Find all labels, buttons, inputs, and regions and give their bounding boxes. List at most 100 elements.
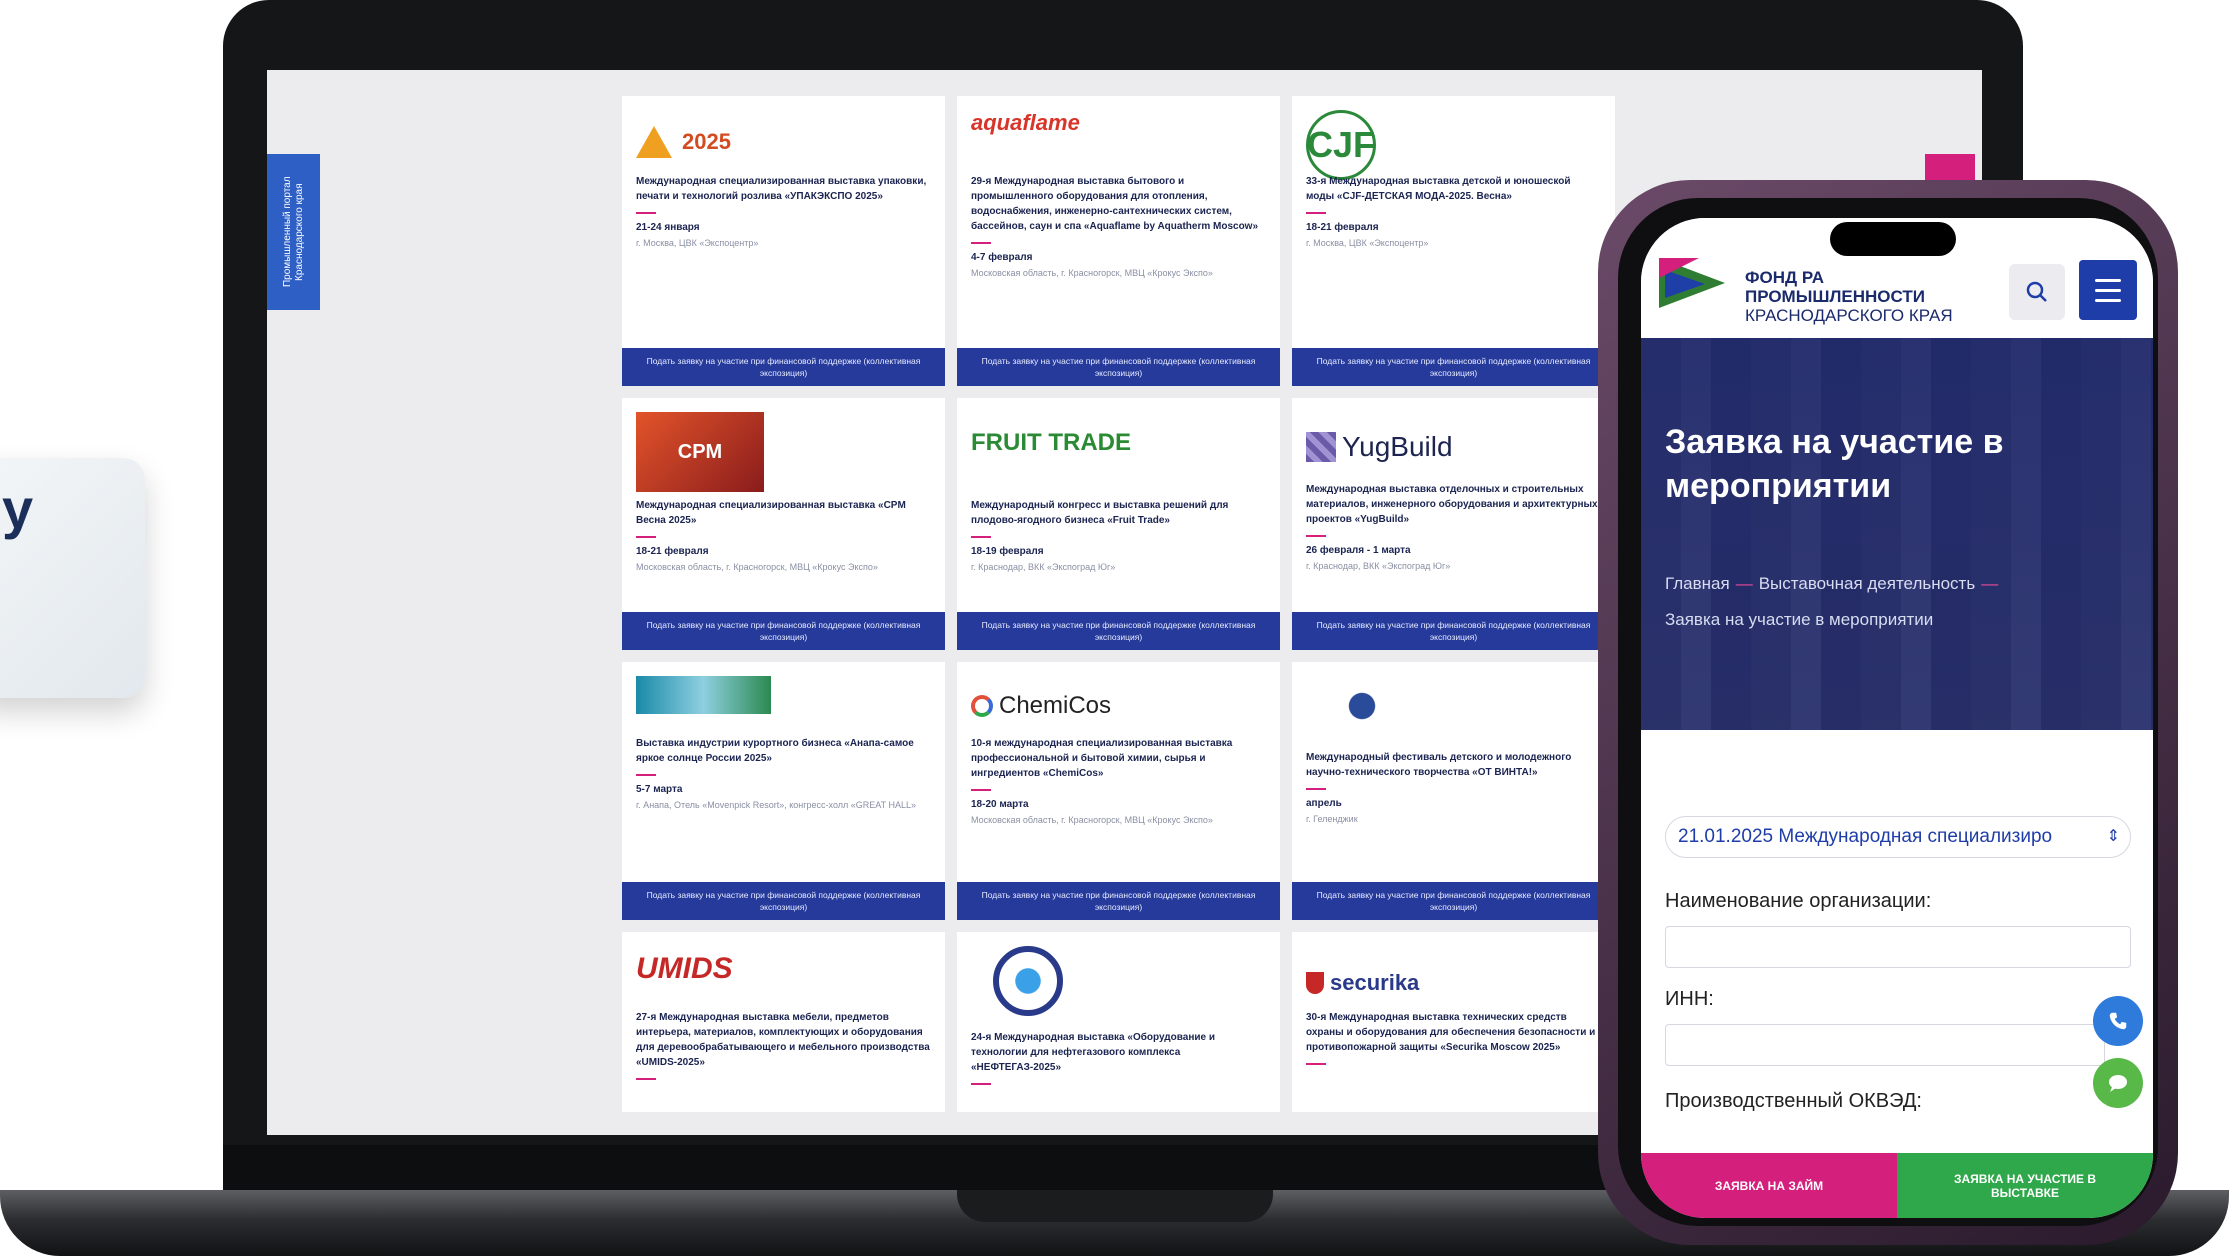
neftegaz-logo [957, 932, 1280, 1030]
breadcrumb-home[interactable]: Главная [1665, 574, 1730, 593]
anapa-logo [622, 662, 945, 736]
event-place: Московская область, г. Красногорск, МВЦ … [636, 562, 878, 572]
search-button[interactable] [2009, 264, 2065, 320]
event-title: 33-я Международная выставка детской и юн… [1306, 176, 1571, 202]
event-place: г. Краснодар, ВКК «Экспоград Юг» [971, 562, 1116, 572]
dynamic-island [1830, 222, 1956, 256]
divider [971, 1083, 991, 1085]
event-date: 18-19 февраля [971, 546, 1044, 557]
phone-screen: ФОНД РА ПРОМЫШЛЕННОСТИ КРАСНОДАРСКОГО КР… [1641, 218, 2153, 1218]
event-card: YugBuild Международная выставка отделочн… [1292, 398, 1615, 650]
menu-button[interactable] [2079, 260, 2137, 320]
event-place: г. Краснодар, ВКК «Экспоград Юг» [1306, 561, 1451, 571]
chevron-updown-icon: ⇕ [2106, 828, 2120, 845]
event-date: 4-7 февраля [971, 252, 1033, 263]
fund-name: ФОНД РА ПРОМЫШЛЕННОСТИ КРАСНОДАРСКОГО КР… [1745, 268, 1953, 325]
inn-field[interactable] [1665, 1024, 2105, 1066]
event-title: 29-я Международная выставка бытового и п… [971, 176, 1259, 232]
laptop-notch [957, 1190, 1273, 1222]
event-date: 26 февраля - 1 марта [1306, 545, 1411, 556]
divider [1306, 535, 1326, 537]
chemicos-logo: ChemiCos [957, 662, 1280, 736]
expo-request-button[interactable]: ЗАЯВКА НА УЧАСТИЕ В ВЫСТАВКЕ [1897, 1153, 2153, 1218]
event-title: Международный фестиваль детского и молод… [1306, 752, 1572, 778]
event-select[interactable]: 21.01.2025 Международная специализиро ⇕ [1665, 816, 2131, 858]
chat-icon [2109, 1075, 2127, 1092]
divider [636, 536, 656, 538]
phone-icon [2109, 1012, 2127, 1030]
event-card: FRUIT TRADE Международный конгресс и выс… [957, 398, 1280, 650]
apply-button[interactable]: Подать заявку на участие при финансовой … [957, 348, 1280, 386]
event-card: CJF 33-я Международная выставка детской … [1292, 96, 1615, 386]
event-card: CPM Международная специализированная выс… [622, 398, 945, 650]
divider [636, 212, 656, 214]
side-card: у [0, 458, 145, 698]
chat-button[interactable] [2093, 1058, 2143, 1108]
event-place: Московская область, г. Красногорск, МВЦ … [971, 815, 1213, 825]
event-grid: 2025 Международная специализированная вы… [622, 96, 1622, 1112]
event-card: 24-я Международная выставка «Оборудовани… [957, 932, 1280, 1112]
event-card: ChemiCos 10-я международная специализиро… [957, 662, 1280, 920]
yugbuild-logo: YugBuild [1292, 398, 1615, 482]
inn-label: ИНН: [1665, 988, 1714, 1010]
search-icon [2026, 281, 2047, 302]
apply-button[interactable]: Подать заявку на участие при финансовой … [1292, 348, 1615, 386]
event-date: 5-7 марта [636, 784, 683, 795]
okved-label: Производственный ОКВЭД: [1665, 1090, 1922, 1112]
breadcrumb-current: Заявка на участие в мероприятии [1665, 610, 1934, 629]
apply-button[interactable]: Подать заявку на участие при финансовой … [622, 612, 945, 650]
event-date: 21-24 января [636, 222, 700, 233]
loan-request-button[interactable]: ЗАЯВКА НА ЗАЙМ [1641, 1153, 1897, 1218]
event-place: г. Анапа, Отель «Movenpick Resort», конг… [636, 800, 916, 810]
apply-button[interactable]: Подать заявку на участие при финансовой … [1292, 612, 1615, 650]
apply-button[interactable]: Подать заявку на участие при финансовой … [957, 882, 1280, 920]
call-button[interactable] [2093, 996, 2143, 1046]
event-title: 24-я Международная выставка «Оборудовани… [971, 1032, 1216, 1073]
page-title: Заявка на участие в мероприятии [1665, 423, 2004, 505]
side-card-glyph: у [2, 477, 34, 540]
divider [1306, 1063, 1326, 1065]
divider [636, 774, 656, 776]
event-title: 27-я Международная выставка мебели, пред… [636, 1012, 930, 1068]
divider [971, 536, 991, 538]
org-name-field[interactable] [1665, 926, 2131, 968]
apply-button[interactable]: Подать заявку на участие при финансовой … [1292, 882, 1615, 920]
portal-side-tab[interactable]: Промышленный портал Краснодарского края [267, 154, 320, 310]
umids-logo: UMIDS [636, 952, 733, 985]
event-date: 18-21 февраля [1306, 222, 1379, 233]
divider [1306, 788, 1326, 790]
breadcrumb-section[interactable]: Выставочная деятельность [1759, 574, 1975, 593]
divider [971, 242, 991, 244]
event-card: securika 30-я Международная выставка тех… [1292, 932, 1615, 1112]
aquaflame-logo: aquaflame [971, 110, 1080, 135]
event-card: aquaflame 29-я Международная выставка бы… [957, 96, 1280, 386]
apply-button[interactable]: Подать заявку на участие при финансовой … [957, 612, 1280, 650]
event-title: 10-я международная специализированная вы… [971, 738, 1233, 779]
hamburger-icon [2095, 278, 2121, 282]
apply-button[interactable]: Подать заявку на участие при финансовой … [622, 348, 945, 386]
event-place: Московская область, г. Красногорск, МВЦ … [971, 268, 1213, 278]
cpm-logo: CPM [622, 398, 945, 498]
upakexpo-logo: 2025 [622, 96, 945, 174]
event-date: апрель [1306, 798, 1342, 809]
divider [636, 1078, 656, 1080]
ot-vinta-logo [1292, 662, 1615, 750]
event-date: 18-20 марта [971, 799, 1029, 810]
hero-banner: Заявка на участие в мероприятии Главная —… [1641, 338, 2153, 730]
apply-button[interactable]: Подать заявку на участие при финансовой … [622, 882, 945, 920]
event-title: Международная выставка отделочных и стро… [1306, 484, 1598, 525]
securika-logo: securika [1292, 932, 1615, 1010]
event-title: Выставка индустрии курортного бизнеса «А… [636, 738, 914, 764]
fund-logo-icon[interactable] [1659, 258, 1725, 308]
portal-side-tab-label: Промышленный портал Краснодарского края [281, 176, 305, 288]
breadcrumb: Главная — Выставочная деятельность — Заявка… [1665, 574, 1999, 629]
cjf-logo: CJF [1292, 96, 1615, 180]
divider [971, 789, 991, 791]
event-place: г. Москва, ЦВК «Экспоцентр» [636, 238, 759, 248]
event-card: 2025 Международная специализированная вы… [622, 96, 945, 386]
event-date: 18-21 февраля [636, 546, 709, 557]
event-card: Выставка индустрии курортного бизнеса «А… [622, 662, 945, 920]
event-title: Международная специализированная выставк… [636, 500, 906, 526]
event-card: Международный фестиваль детского и молод… [1292, 662, 1615, 920]
event-title: Международный конгресс и выставка решени… [971, 500, 1229, 526]
